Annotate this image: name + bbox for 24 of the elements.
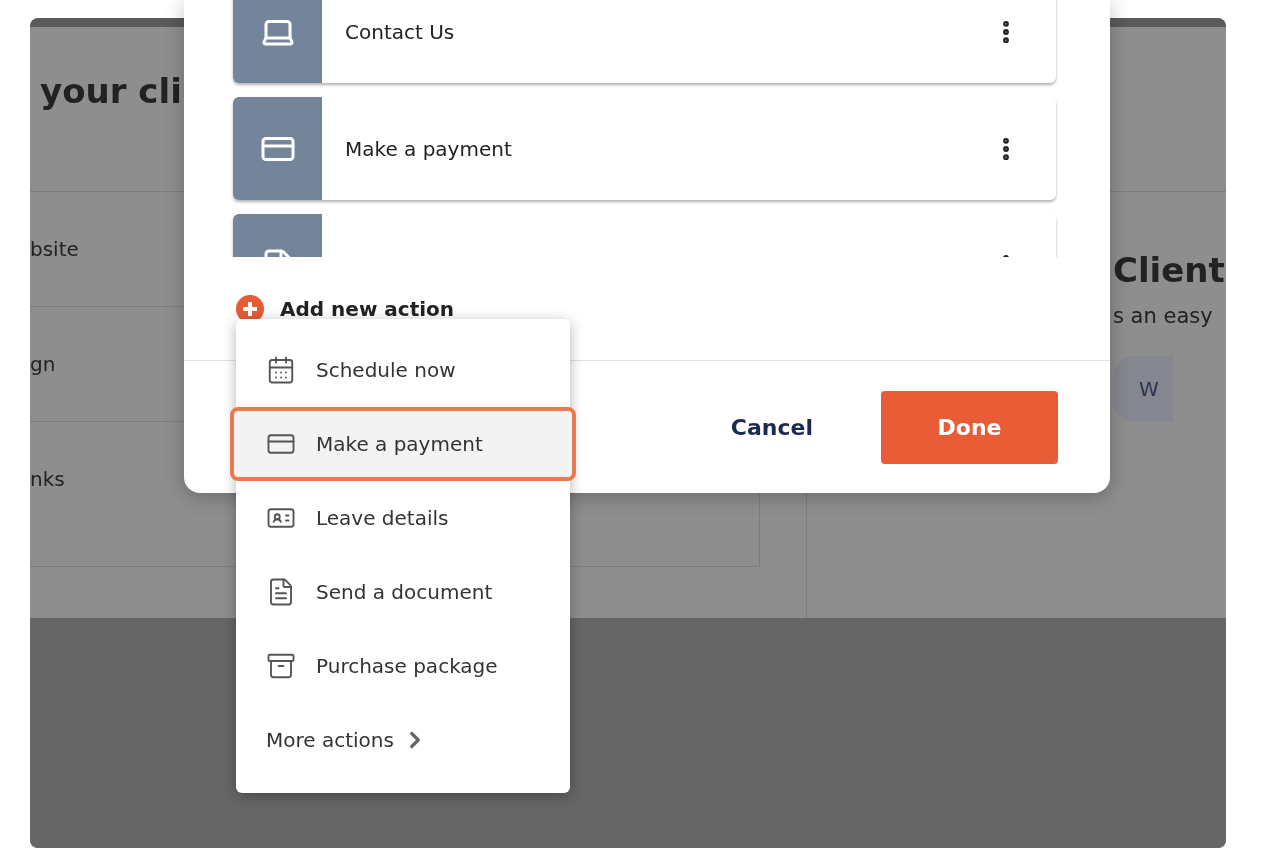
menu-item[interactable]: Send a document: [236, 555, 570, 629]
more-actions-item[interactable]: More actions: [236, 703, 570, 777]
more-actions-label: More actions: [266, 728, 394, 752]
action-label: Make a payment: [345, 136, 512, 161]
menu-item-label: Send a document: [316, 580, 493, 604]
box-icon: [266, 651, 296, 681]
add-action-button[interactable]: Add new action: [280, 296, 455, 321]
list-row-label: gn: [30, 352, 56, 376]
menu-item-label: Leave details: [316, 506, 449, 530]
calendar-icon: [266, 355, 296, 385]
list-row-label: bsite: [30, 237, 79, 261]
action-card[interactable]: Make a payment: [233, 97, 1056, 200]
card-title: Client: [1113, 250, 1225, 290]
list-row-label: nks: [30, 467, 65, 491]
menu-item-label: Schedule now: [316, 358, 456, 382]
menu-item[interactable]: Make a payment: [230, 407, 576, 481]
action-card[interactable]: Contact Us: [233, 0, 1056, 83]
cancel-button[interactable]: Cancel: [730, 414, 813, 440]
menu-item-label: Make a payment: [316, 432, 483, 456]
menu-item-label: Purchase package: [316, 654, 498, 678]
menu-item[interactable]: Purchase package: [236, 629, 570, 703]
menu-item[interactable]: Leave details: [236, 481, 570, 555]
menu-item[interactable]: Schedule now: [236, 333, 570, 407]
card-text: s an easy: [1113, 304, 1213, 328]
